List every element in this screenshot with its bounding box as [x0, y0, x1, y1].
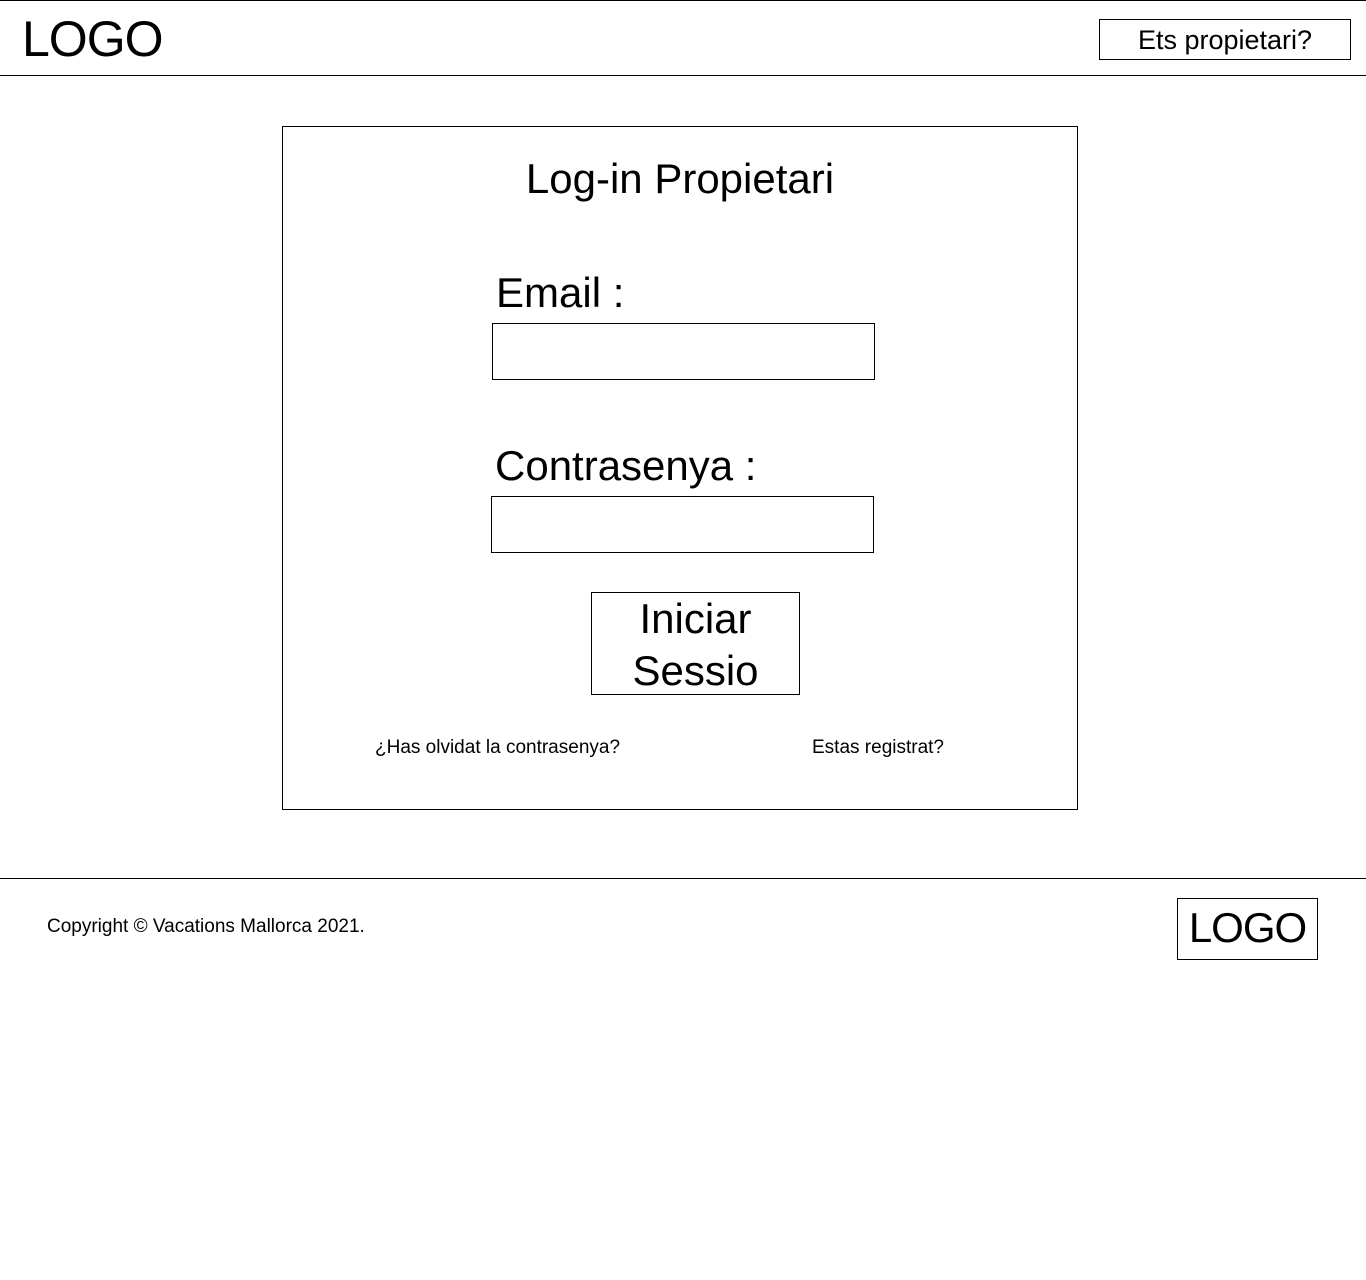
login-panel: Log-in Propietari Email : Contrasenya : … — [282, 126, 1078, 810]
forgot-password-link[interactable]: ¿Has olvidat la contrasenya? — [375, 735, 620, 761]
email-label: Email : — [496, 269, 625, 316]
password-field[interactable] — [491, 496, 874, 553]
login-button-label-line2: Sessio — [632, 647, 759, 694]
site-header: LOGO Ets propietari? — [0, 0, 1366, 76]
login-button[interactable]: Iniciar Sessio — [591, 592, 800, 695]
login-title: Log-in Propietari — [525, 155, 835, 202]
copyright-text: Copyright © Vacations Mallorca 2021. — [47, 916, 365, 937]
login-button-label-line1: Iniciar — [639, 595, 752, 642]
footer-divider — [0, 878, 1366, 879]
owner-button[interactable]: Ets propietari? — [1099, 19, 1351, 60]
email-field[interactable] — [492, 323, 875, 380]
footer-logo[interactable]: LOGO — [1177, 898, 1318, 960]
header-logo[interactable]: LOGO — [22, 9, 163, 69]
register-link[interactable]: Estas registrat? — [812, 735, 944, 761]
password-label: Contrasenya : — [495, 442, 757, 489]
